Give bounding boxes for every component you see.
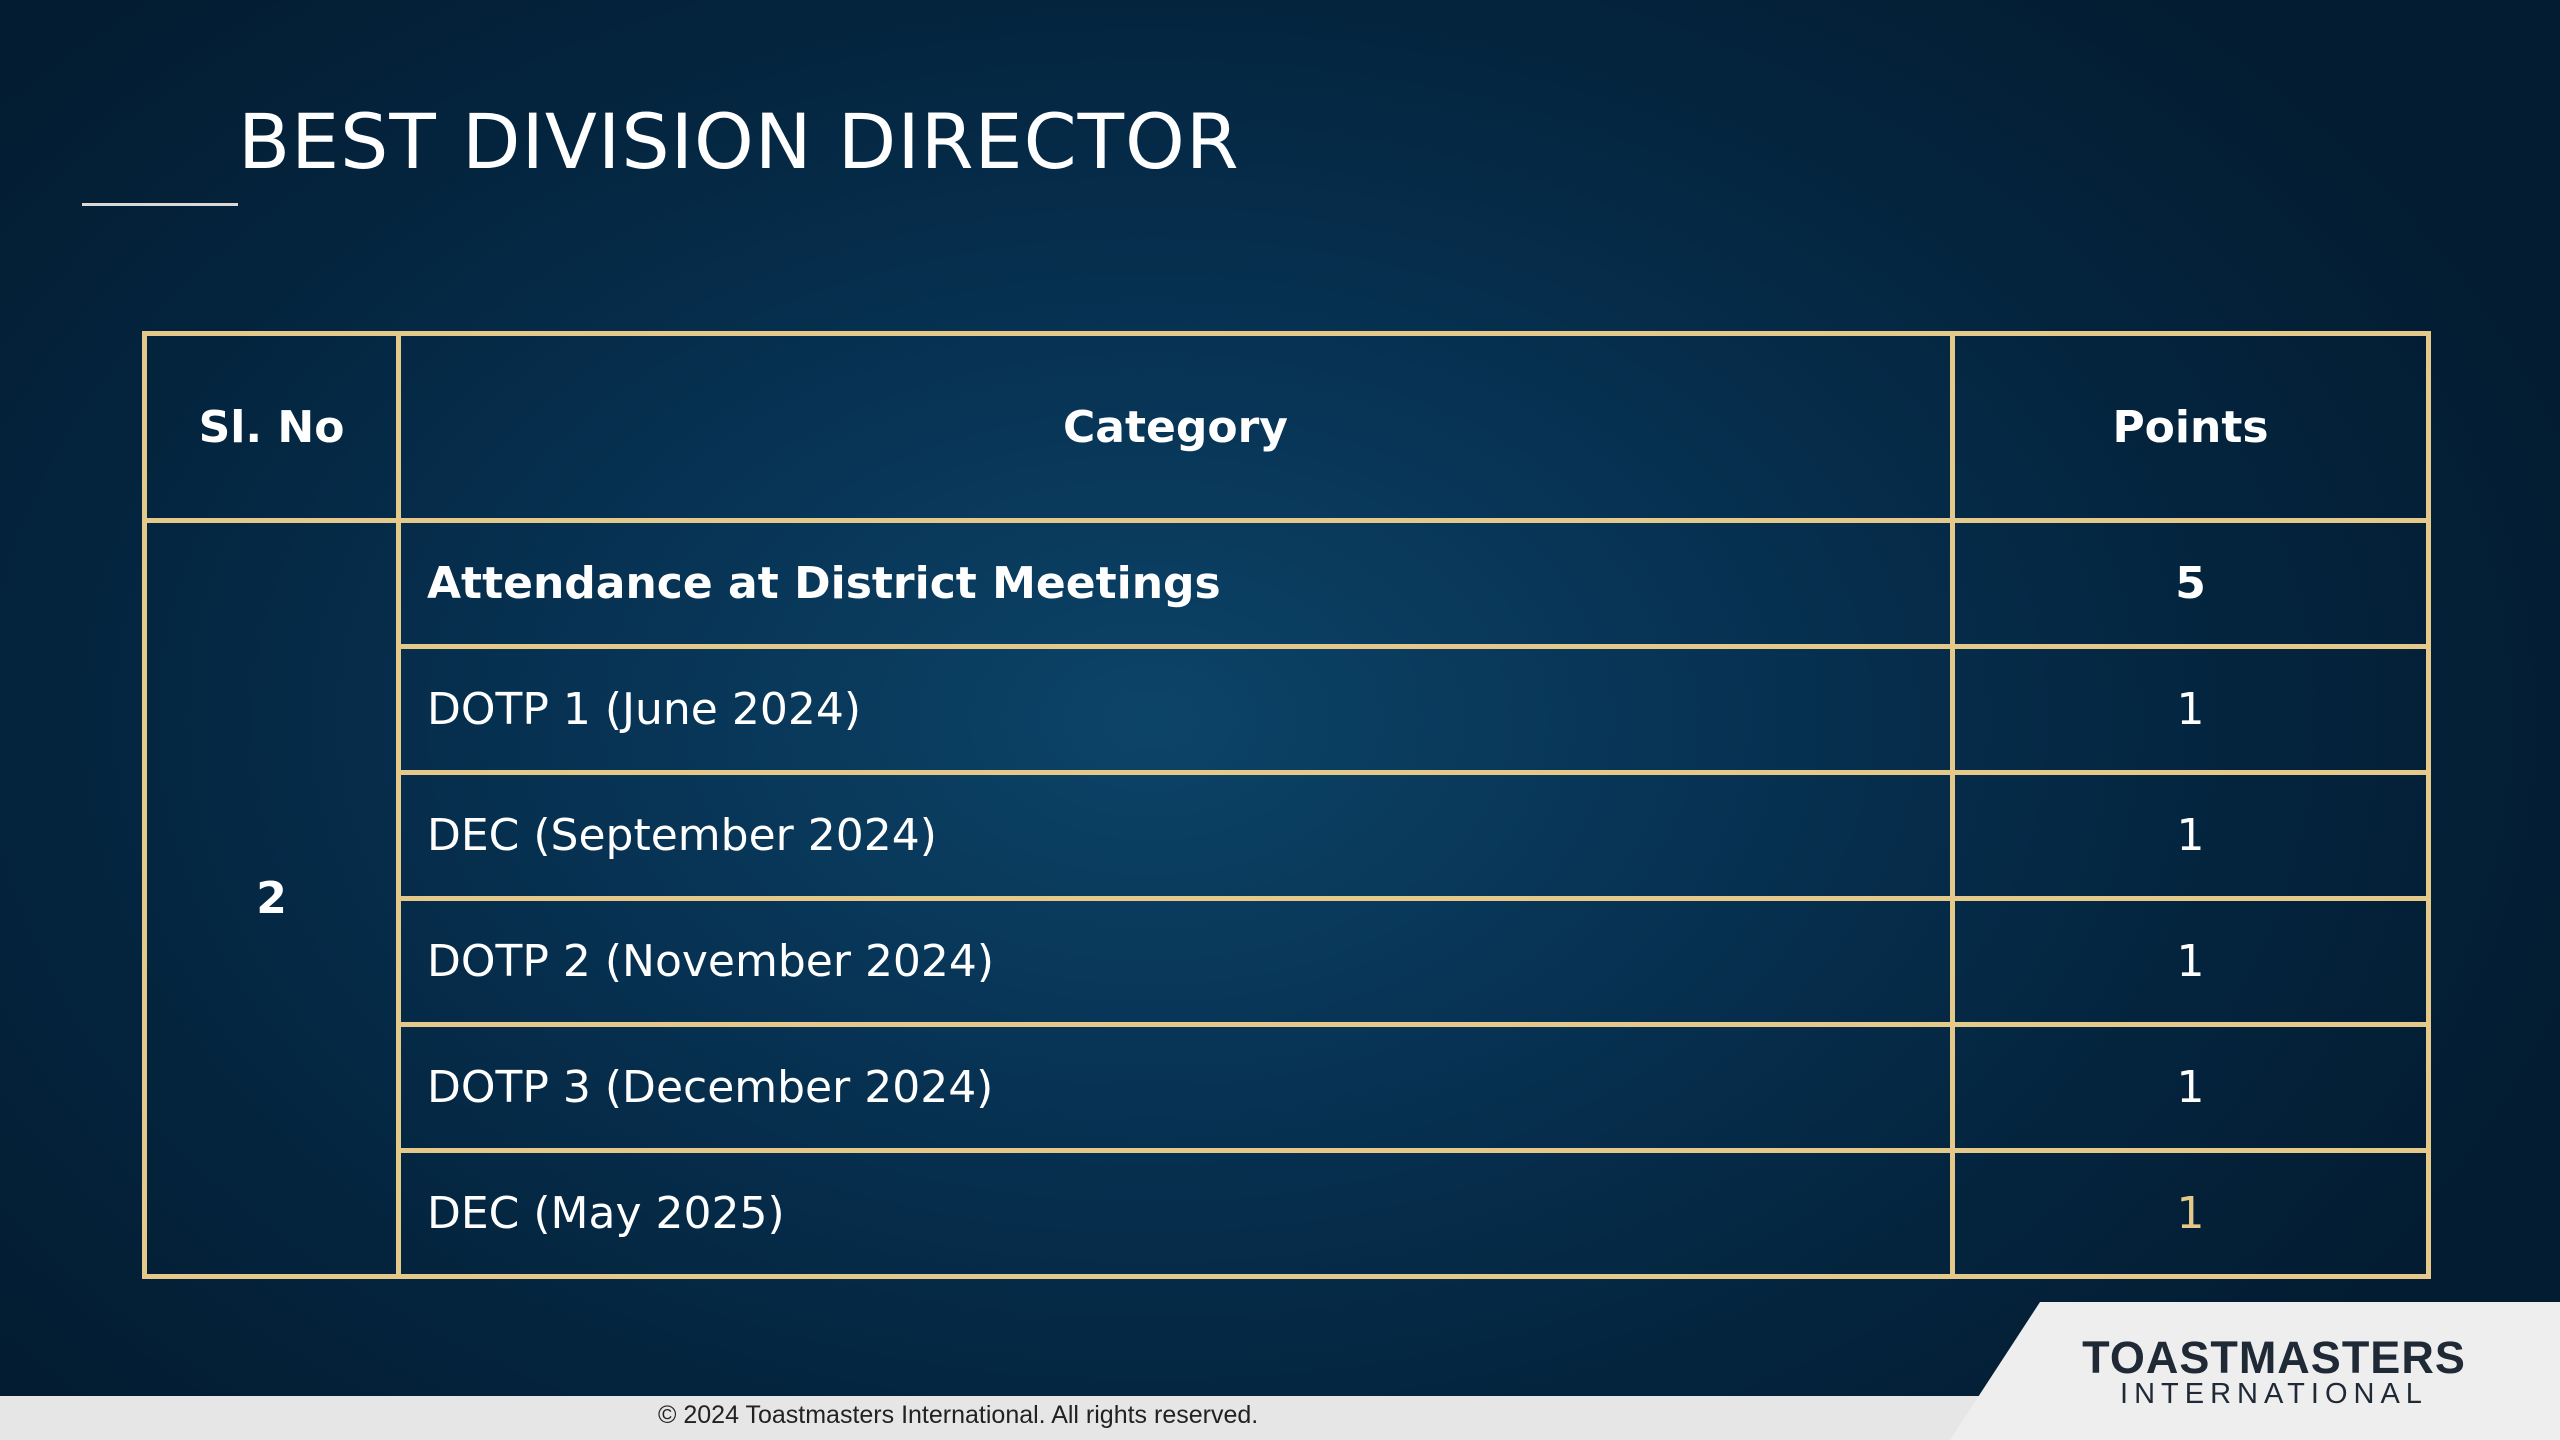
points-cell: 1 bbox=[1950, 896, 2431, 1027]
toastmasters-logo-wordmark: TOASTMASTERS bbox=[2082, 1332, 2466, 1383]
copyright-text: © 2024 Toastmasters International. All r… bbox=[658, 1401, 1259, 1429]
header-sl-no: Sl. No bbox=[142, 331, 401, 523]
sl-no-cell: 2 bbox=[142, 518, 401, 1279]
table-row: DOTP 3 (December 2024) 1 bbox=[145, 1022, 2431, 1153]
table-row: 2 Attendance at District Meetings 5 bbox=[142, 518, 2431, 1279]
slide-title: BEST DIVISION DIRECTOR bbox=[238, 97, 1240, 186]
table-header-row: Sl. No Category Points bbox=[142, 331, 2431, 523]
toastmasters-logo-subtitle: INTERNATIONAL bbox=[2120, 1378, 2428, 1410]
category-cell: Attendance at District Meetings bbox=[396, 518, 1955, 649]
table-row: DOTP 1 (June 2024) 1 bbox=[145, 644, 2431, 775]
table-row: DEC (September 2024) 1 bbox=[145, 770, 2431, 901]
points-cell: 1 bbox=[1950, 1148, 2431, 1279]
category-cell: DEC (September 2024) bbox=[396, 770, 1955, 901]
category-cell: DEC (May 2025) bbox=[396, 1148, 1955, 1279]
title-underline bbox=[82, 203, 238, 206]
scoring-table: Sl. No Category Points 2 Attendance at D… bbox=[142, 331, 2431, 1279]
category-cell: DOTP 3 (December 2024) bbox=[396, 1022, 1955, 1153]
category-cell: DOTP 2 (November 2024) bbox=[396, 896, 1955, 1027]
header-points: Points bbox=[1950, 331, 2431, 523]
points-cell: 5 bbox=[1950, 518, 2431, 649]
points-cell: 1 bbox=[1950, 644, 2431, 775]
points-cell: 1 bbox=[1950, 770, 2431, 901]
header-category: Category bbox=[396, 331, 1955, 523]
category-cell: DOTP 1 (June 2024) bbox=[396, 644, 1955, 775]
table-row: DOTP 2 (November 2024) 1 bbox=[145, 896, 2431, 1027]
points-cell: 1 bbox=[1950, 1022, 2431, 1153]
table-row: DEC (May 2025) 1 bbox=[145, 1148, 2431, 1279]
